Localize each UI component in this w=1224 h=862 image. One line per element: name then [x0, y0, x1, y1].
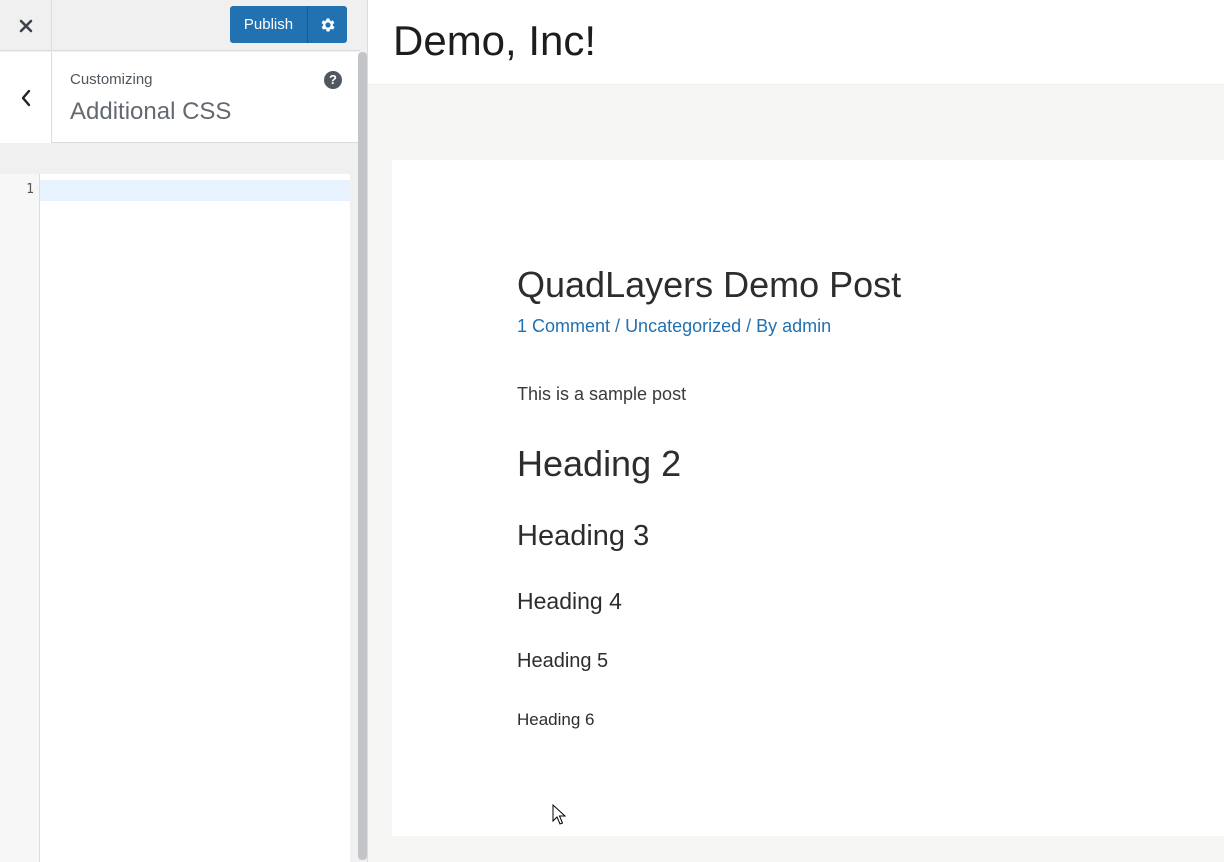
line-number-gutter: 1: [0, 174, 40, 862]
sidebar-scrollbar[interactable]: [358, 52, 367, 860]
post-paragraph: This is a sample post: [517, 384, 687, 404]
post-meta: 1 Comment / Uncategorized / By admin: [517, 316, 831, 337]
meta-separator: /: [610, 316, 626, 336]
customizer-header: Publish: [0, 0, 360, 51]
section-header: Customizing Additional CSS ?: [0, 52, 360, 143]
breadcrumb: Customizing: [70, 71, 153, 88]
post-article: QuadLayers Demo Post 1 Comment / Uncateg…: [392, 160, 1224, 836]
close-icon: [19, 19, 32, 32]
mouse-pointer-icon: [552, 804, 566, 825]
heading-3: Heading 3: [517, 520, 650, 552]
publish-button[interactable]: Publish: [230, 6, 308, 43]
gear-icon: [321, 17, 335, 32]
author-link[interactable]: admin: [782, 316, 831, 336]
help-icon[interactable]: ?: [324, 71, 342, 89]
category-link[interactable]: Uncategorized: [625, 316, 741, 336]
publish-button-group: Publish: [230, 6, 347, 43]
line-number: 1: [26, 182, 34, 197]
back-button[interactable]: [0, 52, 52, 143]
site-preview: Demo, Inc! QuadLayers Demo Post 1 Commen…: [368, 0, 1224, 862]
heading-5: Heading 5: [517, 650, 609, 672]
post-title: QuadLayers Demo Post: [517, 264, 902, 305]
css-code-editor: 1: [0, 174, 350, 862]
section-title: Additional CSS: [70, 98, 232, 125]
site-header: Demo, Inc!: [368, 0, 1224, 85]
heading-2: Heading 2: [517, 443, 682, 484]
heading-6: Heading 6: [517, 710, 595, 729]
site-title[interactable]: Demo, Inc!: [393, 17, 596, 65]
publish-settings-button[interactable]: [308, 6, 347, 43]
customizer-sidebar: Publish Customizing Additional CSS ? 1: [0, 0, 368, 862]
css-code-input[interactable]: [40, 174, 350, 862]
heading-4: Heading 4: [517, 588, 622, 614]
meta-byline: / By: [741, 316, 783, 336]
chevron-left-icon: [21, 89, 30, 106]
comments-link[interactable]: 1 Comment: [517, 316, 610, 336]
close-customizer-button[interactable]: [0, 0, 52, 51]
